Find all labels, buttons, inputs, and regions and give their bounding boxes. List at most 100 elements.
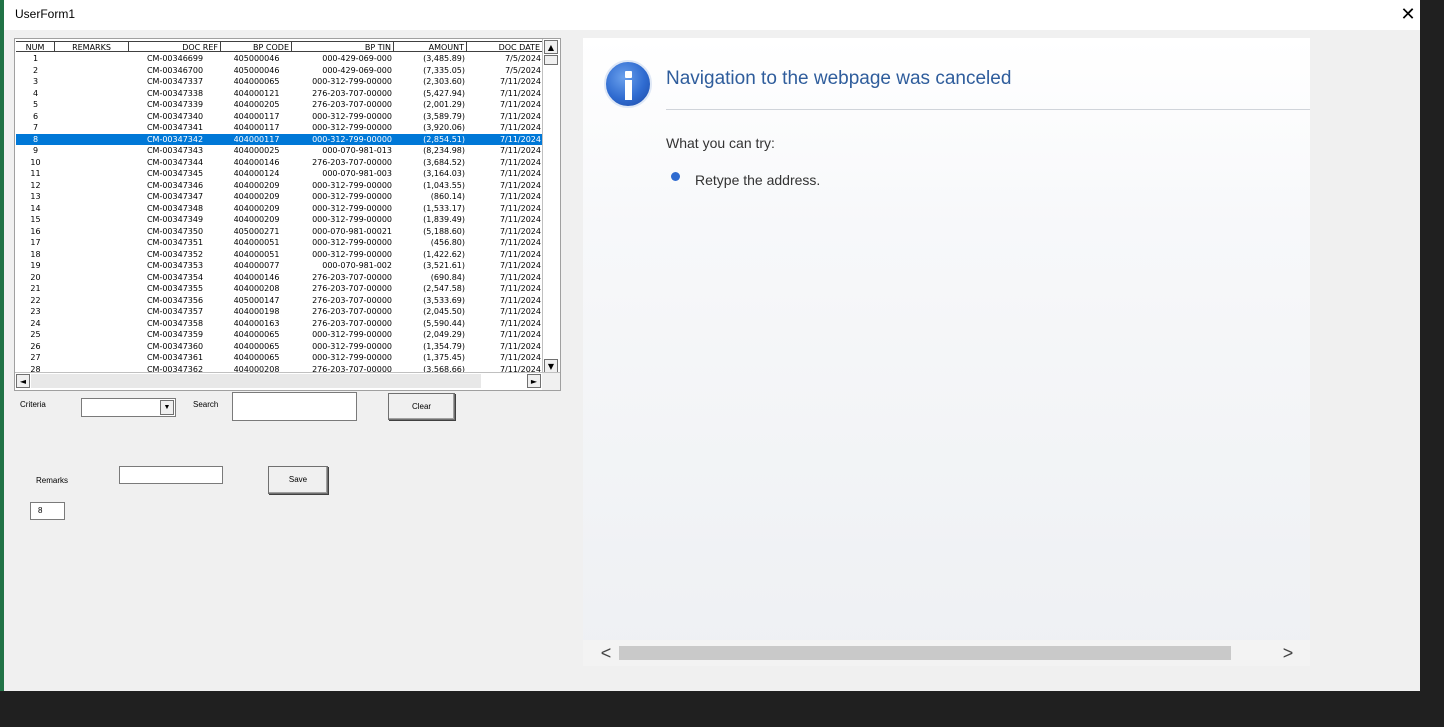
cell-remarks	[55, 111, 129, 122]
cell-doc-date: 7/11/2024	[499, 295, 541, 305]
table-row[interactable]: 20 CM-00347354 404000146 276-203-707-00000 (…	[16, 272, 544, 283]
table-row[interactable]: 2 CM-00346700 405000046 000-429-069-000 (7,3…	[16, 65, 544, 76]
chevron-down-icon[interactable]: ▼	[160, 400, 174, 415]
cell-doc-ref: CM-00347350	[146, 226, 204, 236]
table-row[interactable]: 7 CM-00347341 404000117 000-312-799-00000 (3…	[16, 122, 544, 133]
table-row[interactable]: 21 CM-00347355 404000208 276-203-707-00000 (…	[16, 283, 544, 294]
cell-bp-code: 404000065	[233, 353, 280, 362]
table-row[interactable]: 25 CM-00347359 404000065 000-312-799-00000 (…	[16, 329, 544, 340]
close-icon[interactable]: ✕	[1396, 0, 1420, 30]
search-label: Search	[193, 400, 219, 409]
table-row[interactable]: 3 CM-00347337 404000065 000-312-799-00000 (2…	[16, 76, 544, 87]
table-row[interactable]: 19 CM-00347353 404000077 000-070-981-002 (3,…	[16, 260, 544, 271]
list-horizontal-scrollbar[interactable]: ◄ ►	[15, 372, 560, 390]
cell-doc-date: 7/11/2024	[499, 203, 541, 213]
table-row[interactable]: 14 CM-00347348 404000209 000-312-799-00000 (…	[16, 203, 544, 214]
cell-bp-code: 404000124	[233, 169, 280, 178]
table-row[interactable]: 5 CM-00347339 404000205 276-203-707-00000 (2…	[16, 99, 544, 110]
cell-bp-tin: 000-070-981-003	[322, 169, 392, 178]
cell-remarks	[55, 272, 129, 283]
table-row[interactable]: 6 CM-00347340 404000117 000-312-799-00000 (3…	[16, 111, 544, 122]
cell-doc-date: 7/11/2024	[499, 249, 541, 259]
table-row[interactable]: 8 CM-00347342 404000117 000-312-799-00000 (2…	[16, 133, 544, 145]
horizontal-scroll-thumb[interactable]	[31, 374, 481, 388]
search-input[interactable]	[232, 392, 357, 421]
list-header: NUM REMARKS DOC REF BP CODE BP TIN AMOUN…	[16, 41, 544, 52]
table-row[interactable]: 16 CM-00347350 405000271 000-070-981-00021 (…	[16, 226, 544, 237]
table-row[interactable]: 4 CM-00347338 404000121 276-203-707-00000 (5…	[16, 88, 544, 99]
table-row[interactable]: 11 CM-00347345 404000124 000-070-981-003 (3,…	[16, 168, 544, 179]
scrollbar-corner	[542, 373, 560, 390]
cell-num: 14	[30, 203, 41, 213]
criteria-dropdown[interactable]: ▼	[81, 398, 176, 417]
cell-bp-code: 404000065	[233, 330, 280, 339]
cell-doc-ref: CM-00347341	[146, 123, 204, 132]
scroll-up-icon[interactable]: ▲	[544, 40, 558, 54]
scroll-down-icon[interactable]: ▼	[544, 359, 558, 373]
table-row[interactable]: 24 CM-00347358 404000163 276-203-707-00000 (…	[16, 318, 544, 329]
cell-doc-ref: CM-00347355	[146, 284, 204, 293]
cell-bp-tin: 000-312-799-00000	[312, 238, 392, 247]
cell-amount: (1,533.17)	[423, 203, 465, 213]
list-vertical-scrollbar[interactable]: ▲ ▼	[542, 39, 560, 374]
table-row[interactable]: 18 CM-00347352 404000051 000-312-799-00000 (…	[16, 249, 544, 260]
cell-num: 4	[32, 88, 39, 98]
table-row[interactable]: 15 CM-00347349 404000209 000-312-799-00000 (…	[16, 214, 544, 225]
cell-num: 5	[32, 100, 39, 109]
records-listbox[interactable]: NUM REMARKS DOC REF BP CODE BP TIN AMOUN…	[14, 38, 561, 391]
cell-bp-code: 404000146	[233, 272, 280, 282]
table-row[interactable]: 22 CM-00347356 405000147 276-203-707-00000 (…	[16, 295, 544, 306]
table-row[interactable]: 23 CM-00347357 404000198 276-203-707-00000 (…	[16, 306, 544, 317]
vertical-scroll-thumb[interactable]	[544, 55, 558, 65]
cell-amount: (2,547.58)	[423, 284, 465, 293]
cell-doc-date: 7/11/2024	[499, 180, 541, 190]
cell-doc-ref: CM-00347357	[146, 307, 204, 316]
scroll-right-icon[interactable]: ►	[527, 374, 541, 388]
cell-doc-ref: CM-00347353	[146, 261, 204, 270]
table-row[interactable]: 10 CM-00347344 404000146 276-203-707-00000 (…	[16, 157, 544, 168]
cell-remarks	[55, 226, 129, 237]
table-row[interactable]: 13 CM-00347347 404000209 000-312-799-00000 (…	[16, 191, 544, 202]
title-bar: UserForm1 ✕	[4, 0, 1420, 30]
cell-doc-date: 7/11/2024	[499, 341, 541, 351]
scroll-left-icon[interactable]: ◄	[16, 374, 30, 388]
cell-doc-date: 7/11/2024	[499, 100, 541, 109]
table-row[interactable]: 1 CM-00346699 405000046 000-429-069-000 (3,4…	[16, 53, 544, 64]
cell-doc-date: 7/11/2024	[499, 330, 541, 339]
table-row[interactable]: 12 CM-00347346 404000209 000-312-799-00000 (…	[16, 180, 544, 191]
cell-doc-date: 7/11/2024	[499, 226, 541, 236]
selected-num-field[interactable]: 8	[30, 502, 65, 520]
table-row[interactable]: 17 CM-00347351 404000051 000-312-799-00000 (…	[16, 237, 544, 248]
cell-doc-ref: CM-00347351	[146, 238, 204, 247]
cell-amount: (1,839.49)	[423, 215, 465, 224]
cell-num: 27	[30, 353, 41, 362]
remarks-input[interactable]	[119, 466, 223, 484]
cell-doc-ref: CM-00347345	[146, 169, 204, 178]
cell-doc-date: 7/5/2024	[505, 65, 541, 75]
cell-doc-ref: CM-00347337	[146, 77, 204, 86]
table-row[interactable]: 26 CM-00347360 404000065 000-312-799-00000 (…	[16, 341, 544, 352]
cell-num: 1	[32, 54, 39, 63]
cell-num: 2	[32, 65, 39, 75]
cell-doc-date: 7/11/2024	[499, 238, 541, 247]
save-button[interactable]: Save	[268, 466, 328, 494]
cell-num: 7	[32, 123, 39, 132]
cell-remarks	[55, 214, 129, 225]
cell-remarks	[55, 283, 129, 294]
header-doc-ref: DOC REF	[129, 41, 221, 52]
web-scroll-right-icon[interactable]: >	[1280, 643, 1296, 663]
cell-doc-date: 7/11/2024	[499, 88, 541, 98]
table-row[interactable]: 27 CM-00347361 404000065 000-312-799-00000 (…	[16, 352, 544, 363]
clear-button[interactable]: Clear	[388, 393, 455, 420]
cell-doc-ref: CM-00347348	[146, 203, 204, 213]
web-browser-panel[interactable]: Navigation to the webpage was canceled W…	[583, 38, 1310, 666]
cell-doc-ref: CM-00346699	[146, 54, 204, 63]
table-row[interactable]: 9 CM-00347343 404000025 000-070-981-013 (8,2…	[16, 145, 544, 156]
cell-doc-date: 7/11/2024	[499, 77, 541, 86]
web-scroll-left-icon[interactable]: <	[598, 643, 614, 663]
web-scroll-thumb[interactable]	[619, 646, 1231, 660]
web-horizontal-scrollbar[interactable]: < >	[583, 640, 1310, 666]
cell-remarks	[55, 76, 129, 87]
cell-num: 18	[30, 249, 41, 259]
cell-remarks	[55, 99, 129, 110]
